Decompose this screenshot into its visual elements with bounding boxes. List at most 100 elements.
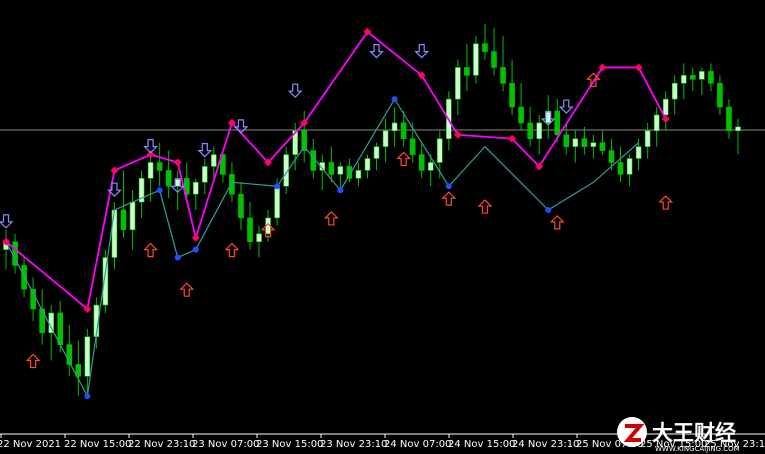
peak-marker bbox=[453, 130, 462, 139]
candlestick-chart: 22 Nov 2021 22 Nov 15:0022 Nov 23:1023 No… bbox=[0, 23, 765, 453]
candle-body-bull bbox=[274, 185, 280, 219]
x-tick-label: 23 Nov 15:00 bbox=[256, 439, 323, 450]
candle-body-bear bbox=[491, 51, 497, 68]
candle bbox=[617, 146, 624, 183]
candle-body-bear bbox=[409, 138, 416, 155]
candle-body-bull bbox=[644, 130, 651, 147]
trough-marker bbox=[545, 207, 552, 213]
candle-body-bear bbox=[717, 82, 723, 108]
buy-arrow-icon bbox=[658, 195, 674, 210]
candle-body-bear bbox=[509, 82, 515, 108]
candle bbox=[536, 114, 542, 155]
candle-body-bear bbox=[617, 162, 624, 175]
candle-body-bear bbox=[156, 162, 163, 171]
x-tick-label: 23 Nov 07:00 bbox=[192, 439, 259, 450]
candle-body-bull bbox=[391, 122, 398, 132]
trough-marker bbox=[274, 183, 281, 190]
candle-body-bull bbox=[572, 138, 579, 147]
sell-arrow-icon bbox=[369, 44, 384, 59]
zigzag-lower-line bbox=[5, 97, 639, 399]
candle-body-bear bbox=[527, 122, 533, 140]
candle bbox=[509, 59, 515, 115]
candle-body-bear bbox=[581, 138, 588, 147]
watermark-logo-circle bbox=[617, 417, 647, 447]
x-tick-label: 22 Nov 2021 bbox=[0, 439, 61, 450]
buy-arrow-icon bbox=[477, 199, 493, 214]
sell-arrow-icon bbox=[0, 214, 14, 229]
candle bbox=[256, 225, 262, 258]
candle bbox=[156, 142, 163, 187]
trough-marker bbox=[174, 254, 181, 261]
candle-body-bull bbox=[653, 114, 660, 132]
buy-arrow-icon bbox=[323, 211, 339, 226]
peak-marker bbox=[634, 63, 643, 72]
buy-arrow-icon bbox=[396, 151, 412, 167]
sell-arrow-icon bbox=[414, 44, 430, 59]
candle-body-bear bbox=[400, 122, 407, 140]
candle bbox=[30, 277, 36, 321]
candle bbox=[238, 182, 244, 230]
peak-marker bbox=[173, 158, 182, 167]
candle-body-bull bbox=[337, 166, 344, 175]
candle bbox=[382, 118, 389, 163]
candle-body-bull bbox=[111, 209, 118, 258]
candle-body-bull bbox=[635, 146, 642, 159]
trough-marker bbox=[445, 183, 452, 190]
candle-body-bear bbox=[690, 75, 696, 80]
candle bbox=[590, 134, 597, 159]
x-tick-label: 23 Nov 23:10 bbox=[320, 439, 387, 450]
candle-body-bear bbox=[608, 150, 615, 163]
candle-body-bull bbox=[455, 67, 461, 100]
candle-body-bull bbox=[536, 122, 542, 140]
x-tick-label: 24 Nov 23:10 bbox=[512, 439, 579, 450]
buy-arrow-icon bbox=[224, 242, 240, 258]
peak-marker bbox=[661, 114, 670, 123]
candle bbox=[680, 63, 687, 100]
chart-stage: 22 Nov 2021 22 Nov 15:00 22 Nov 23:10 23 No… bbox=[0, 0, 765, 454]
candle bbox=[12, 233, 18, 274]
candle-body-bull bbox=[202, 166, 208, 183]
candle bbox=[202, 158, 208, 195]
buy-arrow-icon bbox=[179, 282, 195, 297]
candle-body-bear bbox=[21, 265, 27, 290]
candle-body-bear bbox=[229, 174, 235, 195]
candle-body-bull bbox=[680, 75, 687, 84]
signal-arrows-layer bbox=[0, 44, 674, 369]
candle-body-bull bbox=[129, 201, 136, 231]
candle-body-bear bbox=[726, 106, 732, 132]
candle bbox=[473, 35, 479, 84]
candle-body-bull bbox=[211, 154, 217, 167]
x-tick-label: 24 Nov 15:00 bbox=[448, 439, 515, 450]
x-tick-label: 22 Nov 15:00 bbox=[64, 439, 131, 450]
candle bbox=[717, 75, 723, 115]
candle-body-bull bbox=[355, 170, 362, 179]
candle-body-bull bbox=[545, 110, 552, 124]
candle-body-bear bbox=[247, 217, 253, 242]
candle-body-bear bbox=[165, 170, 172, 187]
candle bbox=[626, 154, 633, 187]
candle bbox=[48, 305, 54, 361]
candle bbox=[337, 162, 344, 191]
x-axis: 22 Nov 2021 22 Nov 15:0022 Nov 23:1023 No… bbox=[0, 433, 765, 450]
candle bbox=[491, 27, 497, 76]
candle bbox=[545, 95, 552, 139]
trough-marker bbox=[192, 246, 199, 253]
candle-body-bear bbox=[418, 154, 425, 171]
candle bbox=[671, 75, 678, 115]
candle bbox=[662, 91, 669, 131]
candle bbox=[572, 130, 579, 163]
candle-body-bull bbox=[256, 233, 262, 242]
candle-body-bear bbox=[328, 162, 335, 175]
sell-arrow-icon bbox=[197, 143, 213, 158]
trough-marker bbox=[84, 393, 91, 400]
pivot-dots-layer bbox=[2, 27, 670, 400]
candle bbox=[644, 122, 651, 159]
candle-body-bear bbox=[599, 142, 606, 151]
candle bbox=[319, 154, 326, 191]
candle-body-bear bbox=[708, 71, 714, 84]
candle bbox=[699, 67, 705, 96]
candle-body-bear bbox=[464, 67, 470, 76]
candle bbox=[21, 257, 27, 298]
candle-body-bull bbox=[735, 126, 741, 132]
candle bbox=[726, 99, 732, 139]
